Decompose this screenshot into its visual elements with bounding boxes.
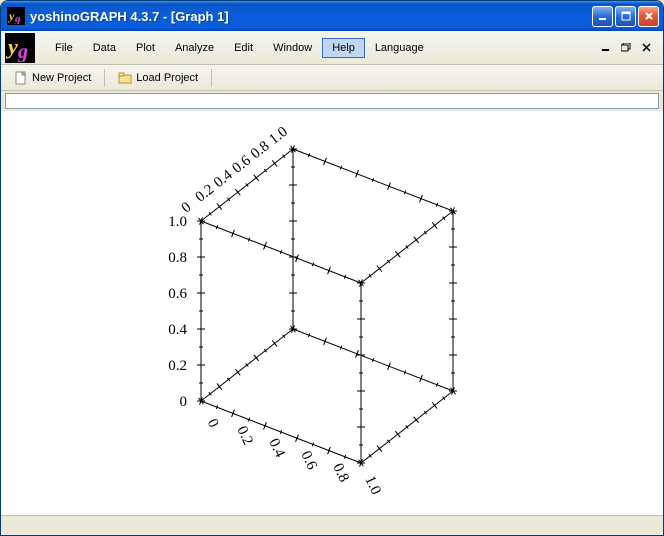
menubar-row: yg File Data Plot Analyze Edit Window He…	[1, 31, 663, 65]
menu-edit[interactable]: Edit	[224, 38, 263, 58]
plot-area[interactable]: 00.20.40.60.81.000.20.40.60.81.000.20.40…	[1, 111, 663, 515]
close-button[interactable]	[638, 6, 659, 27]
minimize-button[interactable]	[592, 6, 613, 27]
formula-bar	[1, 91, 663, 111]
window-controls	[592, 6, 659, 27]
svg-text:0.8: 0.8	[329, 461, 351, 485]
new-project-button[interactable]: New Project	[7, 68, 98, 88]
menu-language[interactable]: Language	[365, 38, 434, 58]
svg-text:0: 0	[180, 394, 188, 410]
svg-text:g: g	[14, 13, 21, 24]
svg-text:y: y	[6, 34, 18, 59]
svg-text:1.0: 1.0	[266, 124, 291, 148]
mdi-restore-icon[interactable]	[619, 42, 633, 54]
window-title: yoshinoGRAPH 4.3.7 - [Graph 1]	[30, 9, 592, 24]
svg-text:0.6: 0.6	[229, 152, 254, 176]
mdi-minimize-icon[interactable]	[599, 42, 613, 54]
svg-text:0.2: 0.2	[193, 181, 218, 205]
svg-text:0.6: 0.6	[297, 449, 320, 473]
svg-text:0.4: 0.4	[168, 322, 187, 338]
svg-text:0.6: 0.6	[168, 286, 187, 302]
formula-input[interactable]	[5, 93, 659, 109]
mdi-controls	[599, 42, 659, 54]
svg-text:1.0: 1.0	[361, 473, 383, 497]
toolbar: New Project Load Project	[1, 65, 663, 91]
toolbar-separator	[211, 69, 212, 87]
app-logo-icon: yg	[5, 33, 35, 63]
new-project-label: New Project	[32, 72, 91, 84]
new-project-icon	[14, 71, 28, 85]
load-project-button[interactable]: Load Project	[111, 68, 205, 88]
menu-plot[interactable]: Plot	[126, 38, 165, 58]
svg-text:1.0: 1.0	[168, 214, 187, 230]
svg-text:0.8: 0.8	[168, 250, 187, 266]
svg-text:g: g	[17, 41, 28, 62]
3d-axes-plot: 00.20.40.60.81.000.20.40.60.81.000.20.40…	[1, 111, 661, 515]
svg-text:0.2: 0.2	[168, 358, 187, 374]
titlebar: yg yoshinoGRAPH 4.3.7 - [Graph 1]	[1, 1, 663, 31]
app-icon: yg	[7, 7, 25, 25]
svg-text:0.4: 0.4	[265, 436, 288, 460]
svg-text:0.8: 0.8	[248, 138, 273, 162]
menu-analyze[interactable]: Analyze	[165, 38, 224, 58]
svg-text:y: y	[8, 9, 15, 23]
load-project-icon	[118, 71, 132, 85]
menu-help[interactable]: Help	[322, 38, 365, 58]
menubar: File Data Plot Analyze Edit Window Help …	[45, 38, 434, 58]
menu-file[interactable]: File	[45, 38, 83, 58]
mdi-close-icon[interactable]	[639, 42, 653, 54]
svg-text:0.2: 0.2	[233, 424, 255, 448]
statusbar	[1, 515, 663, 535]
svg-text:0.4: 0.4	[211, 167, 236, 191]
maximize-button[interactable]	[615, 6, 636, 27]
menu-window[interactable]: Window	[263, 38, 322, 58]
app-window: yg yoshinoGRAPH 4.3.7 - [Graph 1] yg Fil…	[0, 0, 664, 536]
load-project-label: Load Project	[136, 72, 198, 84]
toolbar-separator	[104, 69, 105, 87]
svg-text:0: 0	[204, 417, 222, 431]
menu-data[interactable]: Data	[83, 38, 126, 58]
